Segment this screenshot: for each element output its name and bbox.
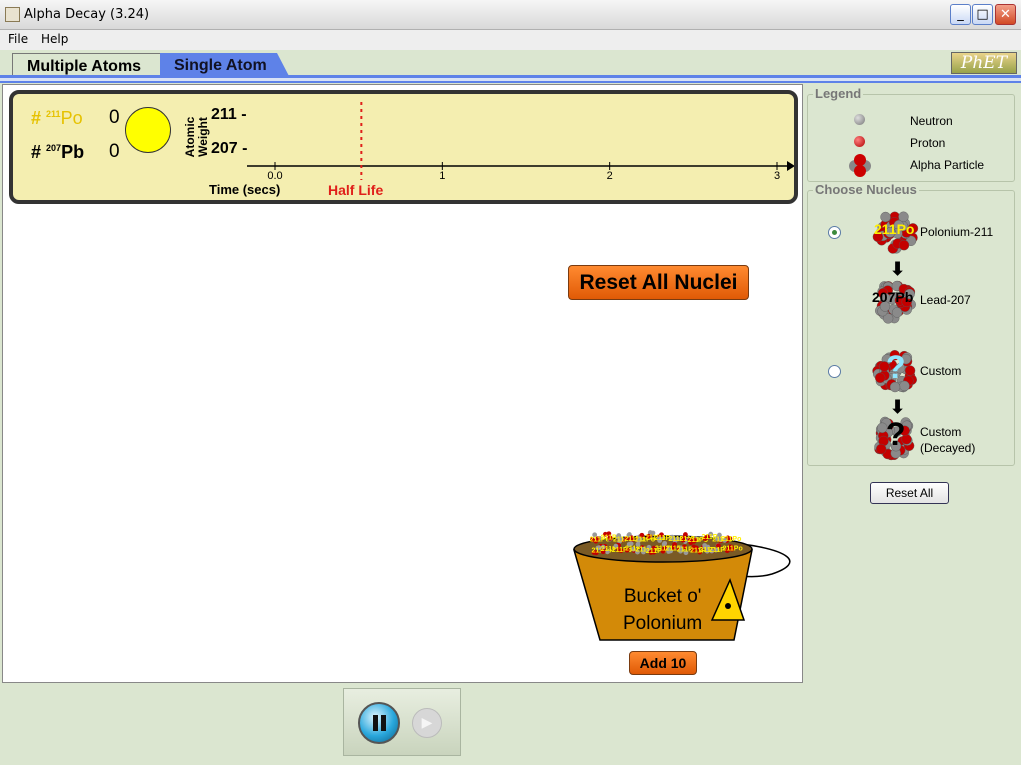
svg-text:211Po: 211Po — [722, 546, 742, 553]
time-tick-label-1: 1 — [439, 170, 446, 182]
add-10-button[interactable]: Add 10 — [629, 651, 697, 675]
custom-decayed-question-icon: ? — [886, 416, 906, 452]
alpha-particle-icon — [849, 154, 871, 177]
custom-decayed-label: Custom (Decayed) — [920, 424, 975, 456]
tab-row: Multiple Atoms Single Atom — [0, 50, 1021, 78]
simulation-canvas[interactable]: # 211Po 0 # 207Pb 0 Atomic Weight 211 - … — [2, 84, 803, 683]
time-axis-label: Time (secs) — [209, 182, 281, 197]
window-title: Alpha Decay (3.24) — [24, 7, 150, 22]
custom-question-icon: ? — [886, 349, 906, 385]
polonium-radio[interactable] — [828, 226, 841, 239]
legend-neutron-label: Neutron — [910, 114, 953, 128]
bucket-atoms: 211Po211Po211Po211Po211Po211Po211Po211Po… — [590, 530, 743, 556]
bucket-label-line1: Bucket o' — [623, 586, 702, 607]
reset-all-nuclei-button[interactable]: Reset All Nuclei — [568, 265, 749, 300]
menubar: File Help — [0, 30, 1021, 50]
polonium-211-label: Polonium-211 — [920, 225, 994, 239]
choose-nucleus-panel: Choose Nucleus 211Po Polonium-211 ⬇ 207P… — [807, 182, 1015, 466]
decay-chart: # 211Po 0 # 207Pb 0 Atomic Weight 211 - … — [9, 90, 798, 204]
half-life-label: Half Life — [328, 182, 384, 198]
choose-nucleus-title: Choose Nucleus — [813, 182, 919, 197]
phet-logo[interactable]: PhET — [951, 52, 1017, 74]
legend-alpha-label: Alpha Particle — [910, 158, 985, 172]
bucket-label-line2: Polonium — [623, 613, 703, 634]
legend-proton-label: Proton — [910, 136, 946, 150]
legend-title: Legend — [813, 86, 864, 101]
time-axis-arrow — [787, 161, 794, 171]
custom-decayed-line2: (Decayed) — [920, 441, 976, 455]
maximize-button[interactable]: □ — [972, 4, 993, 25]
reset-all-button[interactable]: Reset All — [870, 482, 949, 504]
control-panel: Legend Neutron Proton Alpha Particle Cho… — [806, 84, 1018, 684]
custom-label: Custom — [920, 364, 962, 378]
lead-symbol: 207Pb — [872, 289, 914, 305]
time-tick-label-3: 3 — [773, 170, 781, 182]
svg-text:211Po: 211Po — [721, 536, 741, 543]
tab-underline-highlight — [0, 78, 1021, 81]
java-app-icon — [5, 7, 20, 22]
chart-axes — [247, 102, 794, 180]
step-button[interactable]: ▶ — [412, 708, 442, 738]
custom-radio[interactable] — [828, 365, 841, 378]
custom-decayed-line1: Custom — [920, 425, 962, 439]
menu-file[interactable]: File — [8, 32, 28, 46]
menu-help[interactable]: Help — [41, 32, 68, 46]
bucket-label: Bucket o' Polonium — [623, 583, 702, 637]
close-button[interactable]: ✕ — [995, 4, 1016, 25]
clock-control-panel: ▶ — [343, 688, 461, 756]
neutron-icon — [854, 114, 865, 125]
pause-button[interactable] — [358, 702, 400, 744]
time-tick-label-2: 2 — [606, 170, 613, 182]
proton-icon — [854, 136, 865, 147]
lead-207-label: Lead-207 — [920, 293, 971, 307]
window-titlebar: Alpha Decay (3.24) _ □ ✕ — [0, 0, 1021, 30]
minimize-button[interactable]: _ — [950, 4, 971, 25]
time-tick-label-0: 0.0 — [267, 170, 283, 182]
legend-panel: Legend Neutron Proton Alpha Particle — [807, 86, 1015, 182]
polonium-symbol: 211Po — [874, 221, 915, 237]
